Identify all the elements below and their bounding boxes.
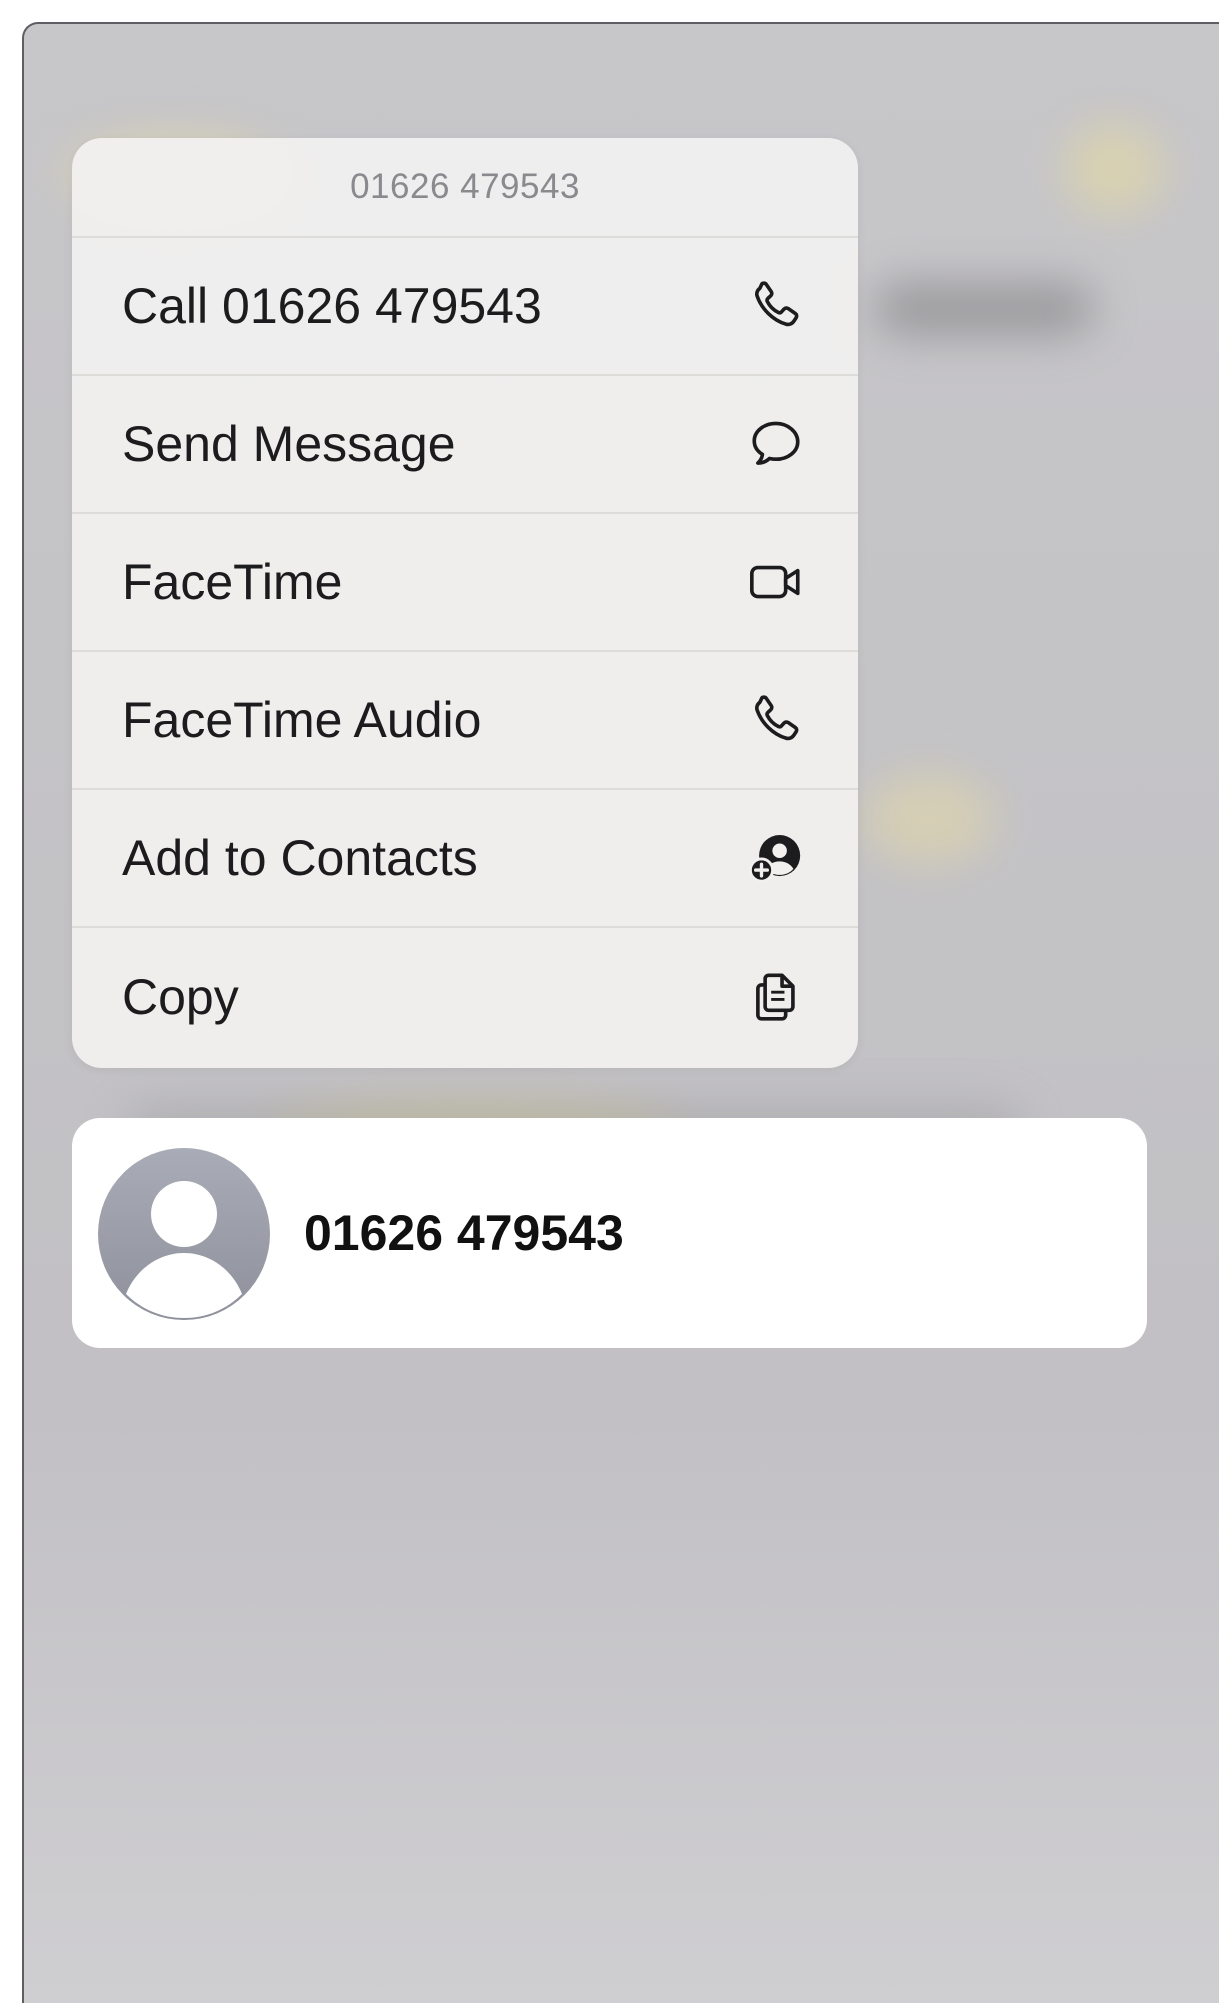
background-blur [864,774,994,864]
menu-item-facetime[interactable]: FaceTime [72,514,858,652]
context-menu: 01626 479543 Call 01626 479543 Send Mess… [72,138,858,1068]
copy-icon [746,967,806,1027]
menu-item-label: Copy [122,969,239,1025]
menu-item-call[interactable]: Call 01626 479543 [72,238,858,376]
contact-name: 01626 479543 [304,1205,624,1261]
menu-item-label: Call 01626 479543 [122,278,542,334]
phone-icon [746,276,806,336]
menu-item-send-message[interactable]: Send Message [72,376,858,514]
menu-item-label: Add to Contacts [122,830,478,886]
menu-item-label: FaceTime Audio [122,692,482,748]
menu-item-facetime-audio[interactable]: FaceTime Audio [72,652,858,790]
menu-header: 01626 479543 [72,138,858,238]
background-blur [1064,124,1164,214]
message-bubble-icon [746,414,806,474]
menu-item-add-to-contacts[interactable]: Add to Contacts [72,790,858,928]
menu-item-copy[interactable]: Copy [72,928,858,1066]
menu-item-label: Send Message [122,416,456,472]
menu-item-label: FaceTime [122,554,343,610]
contact-preview-card[interactable]: 01626 479543 [72,1118,1147,1348]
background-blur [874,284,1094,334]
person-placeholder-icon [98,1148,270,1320]
video-camera-icon [746,552,806,612]
phone-icon [746,690,806,750]
add-contact-icon [746,828,806,888]
